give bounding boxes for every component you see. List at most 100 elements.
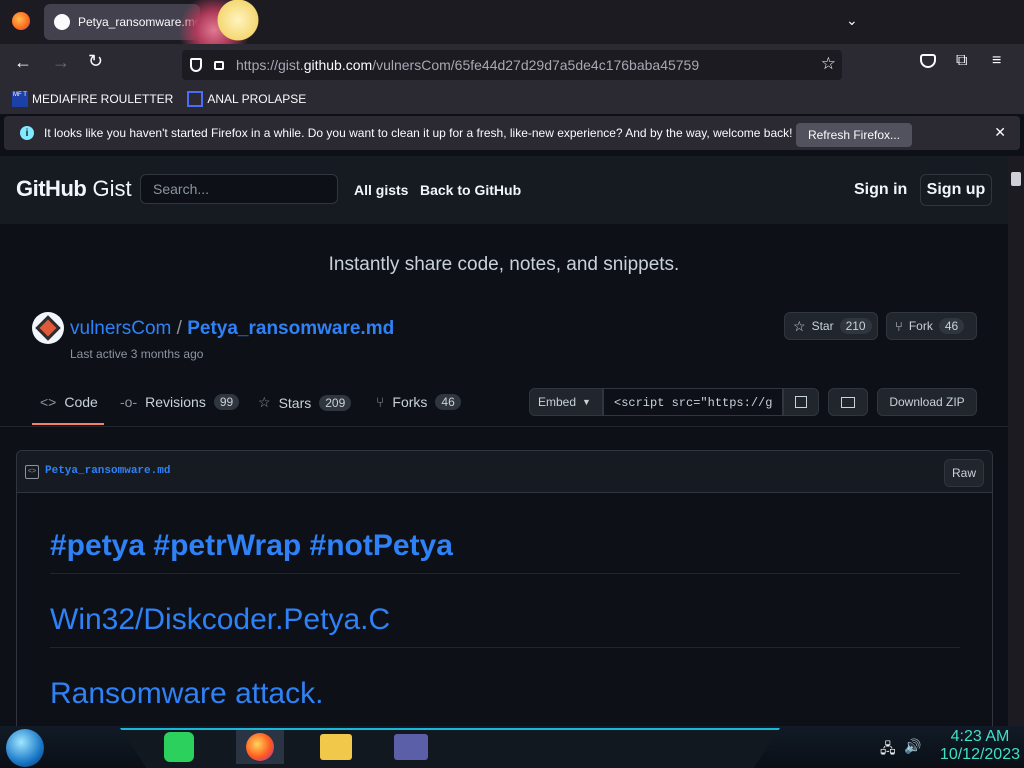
search-input[interactable]: Search... (140, 174, 338, 204)
info-icon: i (20, 126, 34, 140)
reload-icon[interactable]: ↻ (88, 51, 103, 72)
firefox-taskbar-icon[interactable] (236, 730, 284, 764)
embed-label: Embed (538, 395, 577, 409)
star-label: Star (811, 319, 834, 333)
logo-gist-text: Gist (92, 176, 132, 201)
owner-link[interactable]: vulnersCom (70, 318, 171, 339)
sign-in-link[interactable]: Sign in (854, 181, 907, 199)
markdown-heading: #petya #petrWrap #notPetya (50, 529, 960, 574)
copy-button[interactable] (783, 388, 819, 416)
star-icon: ☆ (793, 317, 806, 334)
tab-count: 46 (435, 394, 461, 410)
back-to-github-link[interactable]: Back to GitHub (420, 182, 521, 198)
title-separator: / (176, 318, 182, 339)
tab-label: Stars (278, 394, 312, 411)
scrollbar-thumb[interactable] (1011, 172, 1021, 186)
url-path: /vulnersCom/65fe44d27d29d7a5de4c176baba4… (372, 57, 700, 73)
back-icon[interactable]: ← (14, 52, 32, 73)
tab-code[interactable]: <> Code (40, 394, 98, 410)
star-icon: ☆ (258, 394, 271, 410)
github-gist-logo[interactable]: GitHub Gist (16, 176, 132, 202)
bookmark-second[interactable]: ANAL PROLAPSE (187, 91, 306, 107)
bookmarks-toolbar: MF T MEDIAFIRE ROULETTER ANAL PROLAPSE (0, 84, 1024, 114)
copy-icon (795, 396, 807, 408)
gist-title: vulnersCom / Petya_ransomware.md (70, 318, 394, 340)
tab-label: Revisions (145, 394, 206, 410)
bookmark-star-icon[interactable]: ☆ (821, 54, 836, 74)
tab-stars[interactable]: ☆ Stars 209 (258, 394, 352, 411)
code-icon: <> (40, 394, 57, 410)
file-name-link[interactable]: Petya_ransomware.md (45, 465, 170, 477)
tabnav-divider (0, 426, 1008, 427)
embed-url-input[interactable]: <script src="https://g (603, 388, 783, 416)
github-icon (54, 14, 70, 30)
caret-down-icon: ▼ (582, 397, 591, 407)
star-button[interactable]: ☆ Star 210 (784, 312, 878, 340)
gist-filename-link[interactable]: Petya_ransomware.md (187, 318, 394, 339)
embed-dropdown[interactable]: Embed ▼ (529, 388, 603, 416)
lock-icon[interactable] (214, 60, 224, 70)
fork-count: 46 (938, 318, 965, 334)
hamburger-menu-icon[interactable]: ≡ (992, 52, 1001, 70)
refresh-firefox-button[interactable]: Refresh Firefox... (795, 123, 912, 147)
fork-button[interactable]: ⑂ Fork 46 (886, 312, 977, 340)
markdown-heading: Win32/Diskcoder.Petya.C (50, 603, 960, 648)
file-box: <> Petya_ransomware.md Raw #petya #petrW… (16, 450, 993, 740)
notification-text: It looks like you haven't started Firefo… (44, 126, 793, 140)
volume-icon[interactable]: 🔊 (904, 738, 921, 755)
url-prefix: https://gist. (236, 57, 304, 73)
browser-tab[interactable]: Petya_ransomware.md (44, 4, 200, 40)
tab-bar: Petya_ransomware.md ⌄ (0, 0, 1024, 50)
firefox-icon (246, 733, 274, 761)
logo-github-text: GitHub (16, 176, 87, 201)
tagline: Instantly share code, notes, and snippet… (328, 254, 680, 275)
active-tab-underline (32, 423, 104, 425)
tracking-protection-icon[interactable] (190, 58, 202, 72)
markdown-heading: Ransomware attack. (50, 677, 324, 710)
url-bar[interactable]: https://gist.github.com/vulnersCom/65fe4… (182, 50, 842, 80)
url-text[interactable]: https://gist.github.com/vulnersCom/65fe4… (236, 57, 699, 73)
open-desktop-button[interactable] (828, 388, 868, 416)
bookmark-label: ANAL PROLAPSE (207, 92, 307, 106)
media-app-icon[interactable] (394, 734, 428, 760)
last-active: Last active 3 months ago (70, 347, 204, 361)
page-scrollbar[interactable] (1008, 156, 1024, 726)
fork-label: Fork (908, 319, 933, 333)
network-icon[interactable]: 🖧 (880, 738, 896, 762)
extensions-icon[interactable]: ⧉ (956, 52, 967, 70)
system-clock[interactable]: 4:23 AM 10/12/2023 (940, 728, 1020, 764)
firefox-menu-icon[interactable] (12, 12, 30, 30)
tab-label: Forks (392, 394, 428, 410)
download-zip-button[interactable]: Download ZIP (877, 388, 977, 416)
chat-app-icon[interactable] (164, 732, 194, 762)
raw-button[interactable]: Raw (944, 459, 984, 487)
mediafire-favicon-icon: MF T (12, 91, 28, 107)
bookmark-label: MEDIAFIRE ROULETTER (32, 92, 174, 106)
fork-icon: ⑂ (895, 318, 903, 334)
file-explorer-icon[interactable] (320, 734, 352, 760)
tab-forks[interactable]: ⑂ Forks 46 (376, 394, 461, 410)
bookmark-favicon-icon (187, 91, 204, 107)
commit-icon: -o- (120, 394, 138, 410)
sign-up-button[interactable]: Sign up (920, 174, 992, 206)
close-icon[interactable]: ✕ (994, 124, 1006, 141)
star-count: 210 (839, 318, 872, 334)
taskbar-center (120, 728, 780, 768)
tab-label: Code (64, 394, 98, 410)
anime-sticker-image (178, 0, 298, 50)
file-header: <> Petya_ransomware.md Raw (17, 451, 992, 493)
pocket-icon[interactable] (920, 54, 936, 68)
owner-avatar[interactable] (32, 312, 64, 344)
start-orb-icon[interactable] (6, 729, 44, 767)
forward-icon[interactable]: → (52, 52, 70, 73)
clock-date: 10/12/2023 (939, 746, 1020, 763)
refresh-notification-bar: i It looks like you haven't started Fire… (4, 116, 1020, 150)
tab-count: 99 (213, 394, 240, 410)
list-all-tabs-icon[interactable]: ⌄ (846, 12, 858, 29)
tab-revisions[interactable]: -o- Revisions 99 (120, 394, 240, 410)
all-gists-link[interactable]: All gists (354, 182, 408, 198)
avatar-cube-icon (35, 315, 61, 341)
bookmark-mediafire[interactable]: MF T MEDIAFIRE ROULETTER (12, 91, 173, 107)
desktop-download-icon (841, 396, 855, 408)
url-domain: github.com (303, 57, 373, 73)
